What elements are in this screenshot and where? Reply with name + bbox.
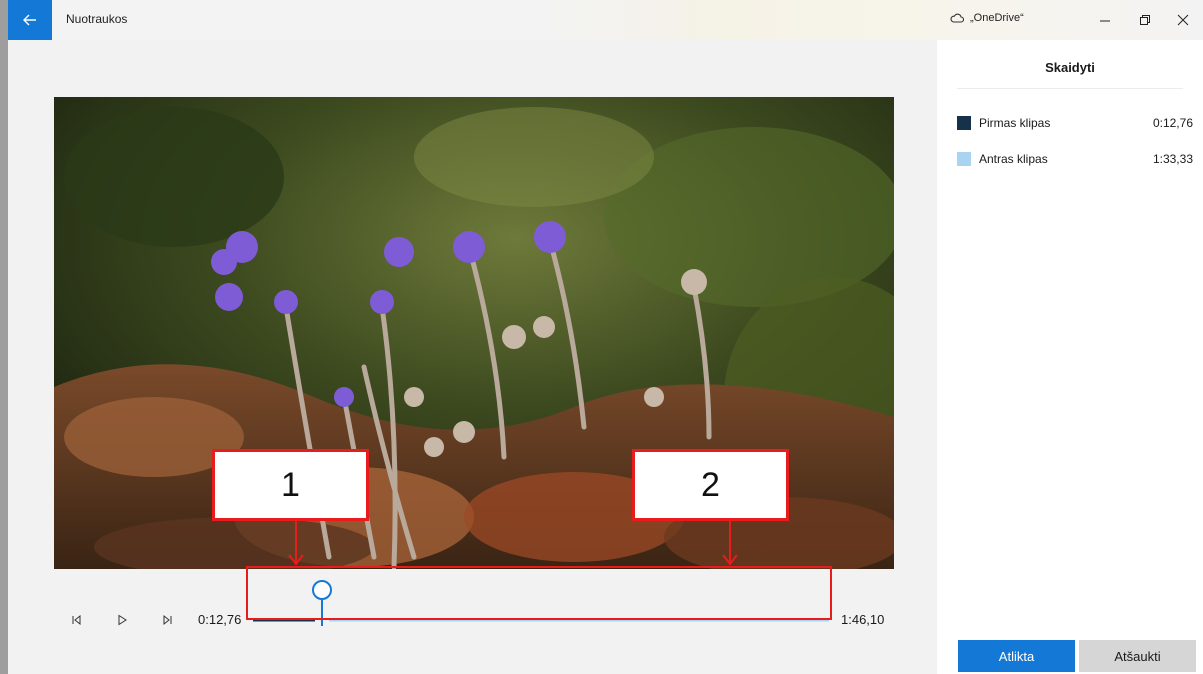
cancel-button[interactable]: Atšaukti: [1079, 640, 1196, 672]
panel-divider: [957, 88, 1183, 89]
done-button[interactable]: Atlikta: [958, 640, 1075, 672]
clip-name: Pirmas klipas: [979, 116, 1051, 130]
panel-title: Skaidyti: [1045, 60, 1095, 75]
clip-color-swatch: [957, 116, 971, 130]
split-panel: Skaidyti Pirmas klipas 0:12,76 Antras kl…: [937, 40, 1203, 674]
clip-duration: 1:33,33: [1152, 152, 1193, 166]
clip-duration: 0:12,76: [1152, 116, 1193, 130]
clip-item-second: Antras klipas 1:33,33: [957, 149, 1193, 169]
clip-item-first: Pirmas klipas 0:12,76: [957, 113, 1193, 133]
clip-color-swatch: [957, 152, 971, 166]
clip-name: Antras klipas: [979, 152, 1048, 166]
